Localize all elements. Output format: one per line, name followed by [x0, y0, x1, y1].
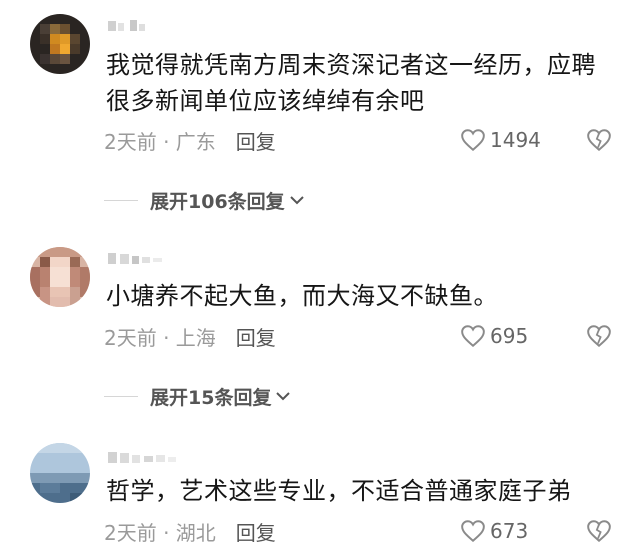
- like-button[interactable]: 695: [460, 321, 528, 351]
- reply-button[interactable]: 回复: [236, 517, 276, 546]
- comment-text: 哲学，艺术这些专业，不适合普通家庭子弟: [106, 477, 572, 505]
- reply-button[interactable]: 回复: [236, 126, 276, 155]
- avatar[interactable]: [30, 14, 90, 74]
- broken-heart-icon[interactable]: [586, 324, 612, 348]
- avatar-pixelated-sky-icon: [30, 443, 90, 503]
- broken-heart-icon[interactable]: [586, 128, 612, 152]
- comment-text: 小塘养不起大鱼，而大海又不缺鱼。: [106, 282, 498, 310]
- comment-time-location: 2天前 · 广东: [104, 129, 216, 154]
- like-button[interactable]: 673: [460, 516, 528, 546]
- expand-replies-label: 展开15条回复: [150, 386, 272, 409]
- blurred-name-icon: [108, 20, 145, 31]
- comment-meta: 2天前 · 广东 回复 1494: [104, 125, 614, 155]
- reply-button[interactable]: 回复: [236, 322, 276, 351]
- avatar[interactable]: [30, 443, 90, 503]
- comment-time-location: 2天前 · 湖北: [104, 520, 216, 545]
- heart-icon: [461, 325, 485, 348]
- username-blurred[interactable]: [108, 251, 188, 267]
- avatar[interactable]: [30, 247, 90, 307]
- like-count: 695: [490, 324, 529, 348]
- chevron-down-icon: [289, 196, 304, 205]
- expand-replies[interactable]: 展开15条回复: [104, 381, 291, 411]
- comment-meta: 2天前 · 湖北 回复 673: [104, 516, 614, 546]
- comment-meta: 2天前 · 上海 回复 695: [104, 321, 614, 351]
- like-button[interactable]: 1494: [460, 125, 541, 155]
- divider: [104, 199, 138, 201]
- comment-text: 我觉得就凭南方周末资深记者这一经历，应聘很多新闻单位应该绰绰有余吧: [106, 51, 596, 115]
- like-count: 673: [490, 519, 529, 543]
- username-blurred[interactable]: [108, 450, 218, 466]
- username-blurred[interactable]: [108, 18, 168, 34]
- divider: [104, 395, 138, 397]
- expand-replies[interactable]: 展开106条回复: [104, 185, 305, 215]
- comment-time-location: 2天前 · 上海: [104, 325, 216, 350]
- expand-replies-label: 展开106条回复: [150, 190, 285, 213]
- heart-icon: [461, 520, 485, 543]
- chevron-down-icon: [276, 392, 291, 401]
- avatar-pixelated-portrait-icon: [30, 247, 90, 307]
- blurred-name-icon: [108, 253, 162, 264]
- broken-heart-icon[interactable]: [586, 519, 612, 543]
- avatar-pixelated-dark-icon: [30, 14, 90, 74]
- like-count: 1494: [490, 128, 541, 152]
- blurred-name-icon: [108, 452, 176, 463]
- heart-icon: [461, 129, 485, 152]
